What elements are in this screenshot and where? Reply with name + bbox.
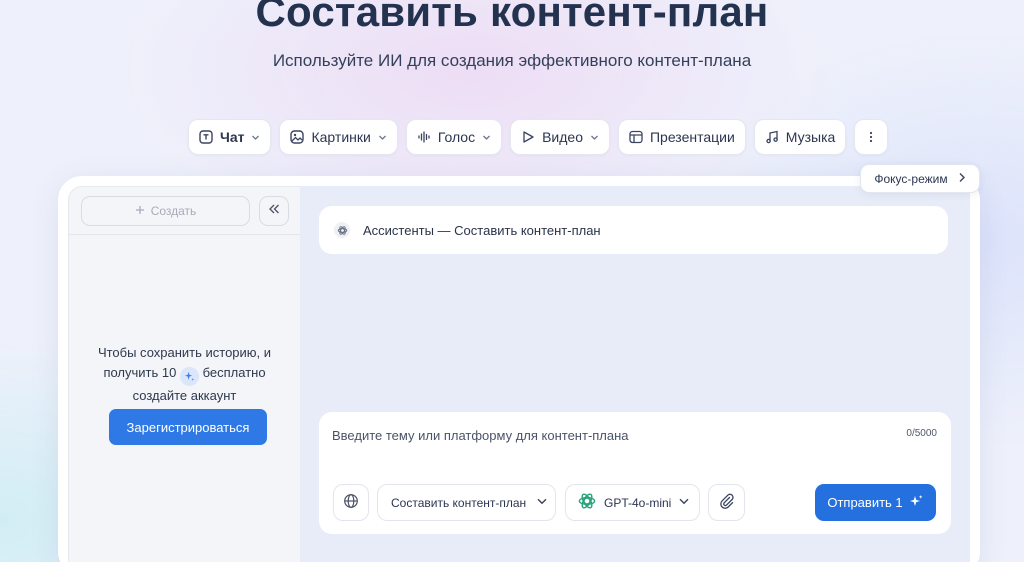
- promo-line: Чтобы сохранить историю, и: [97, 345, 272, 360]
- tab-label: Видео: [542, 129, 583, 145]
- more-vertical-icon: [869, 131, 873, 143]
- focus-mode-button[interactable]: Фокус-режим: [860, 164, 980, 193]
- chat-icon: [199, 130, 213, 144]
- tab-label: Презентации: [649, 129, 735, 145]
- tab-label: Картинки: [311, 129, 371, 145]
- openai-icon: [334, 222, 350, 238]
- model-select[interactable]: GPT-4o-mini: [565, 484, 700, 521]
- page-title: Составить контент-план: [255, 0, 769, 35]
- create-label: Создать: [150, 204, 197, 218]
- mode-select-label: Составить контент-план: [391, 495, 527, 510]
- tab-voice[interactable]: Голос: [405, 119, 503, 155]
- assistant-title: Ассистенты — Составить контент-план: [363, 222, 601, 238]
- image-icon: [290, 130, 305, 144]
- tab-label: Музыка: [785, 129, 836, 145]
- tab-label: Голос: [437, 129, 476, 145]
- chevron-down-icon: [536, 495, 548, 510]
- audio-wave-icon: [417, 130, 431, 144]
- chevron-right-icon: [958, 172, 966, 186]
- register-button[interactable]: Зарегистрироваться: [109, 409, 267, 445]
- sparkle-icon: [179, 367, 199, 386]
- presentation-icon: [629, 130, 643, 144]
- signup-promo: Чтобы сохранить историю, и получить 10 б…: [69, 343, 300, 406]
- sidebar: Создать Чтобы сохранить историю, и получ…: [68, 186, 300, 562]
- globe-icon: [343, 493, 359, 512]
- create-button[interactable]: Создать: [81, 196, 250, 226]
- play-icon: [521, 130, 535, 144]
- send-label: Отправить 1: [827, 495, 903, 510]
- chevron-down-icon: [482, 133, 491, 142]
- page-subtitle: Используйте ИИ для создания эффективного…: [272, 51, 752, 70]
- chevron-down-icon: [678, 495, 690, 510]
- collapse-sidebar-button[interactable]: [259, 196, 289, 226]
- promo-line: создайте аккаунт: [132, 388, 237, 403]
- assistant-header: Ассистенты — Составить контент-план: [319, 206, 948, 254]
- tab-video[interactable]: Видео: [510, 119, 610, 155]
- prompt-input[interactable]: Введите тему или платформу для контент-п…: [332, 428, 629, 443]
- tab-images[interactable]: Картинки: [279, 119, 398, 155]
- model-select-label: GPT-4o-mini: [604, 495, 672, 510]
- tab-music[interactable]: Музыка: [753, 119, 847, 155]
- chevron-down-icon: [590, 133, 599, 142]
- tab-label: Чат: [220, 129, 245, 145]
- paperclip-icon: [719, 493, 735, 512]
- send-button[interactable]: Отправить 1: [815, 484, 936, 521]
- mode-tabs: Чат Картинки Голос Видео Презентации Муз…: [188, 119, 889, 155]
- char-counter: 0/5000: [906, 428, 937, 439]
- mode-select[interactable]: Составить контент-план: [377, 484, 556, 521]
- promo-text: получить 10: [103, 365, 177, 380]
- tab-presentations[interactable]: Презентации: [617, 119, 746, 155]
- plus-icon: [135, 204, 145, 218]
- sparkle-icon: [909, 494, 924, 512]
- chevrons-left-icon: [268, 202, 280, 220]
- promo-text: бесплатно: [202, 365, 266, 380]
- chevron-down-icon: [251, 133, 260, 142]
- promo-line: получить 10 бесплатно: [69, 363, 300, 386]
- focus-mode-label: Фокус-режим: [874, 171, 948, 186]
- chat-area: Ассистенты — Составить контент-план Введ…: [300, 186, 970, 562]
- tab-chat[interactable]: Чат: [188, 119, 272, 155]
- composer: Введите тему или платформу для контент-п…: [319, 412, 951, 534]
- openai-icon: [577, 491, 597, 514]
- divider: [69, 234, 300, 235]
- chevron-down-icon: [378, 133, 387, 142]
- more-button[interactable]: [854, 119, 889, 155]
- web-search-button[interactable]: [333, 484, 369, 521]
- music-note-icon: [765, 130, 779, 144]
- attach-button[interactable]: [708, 484, 745, 521]
